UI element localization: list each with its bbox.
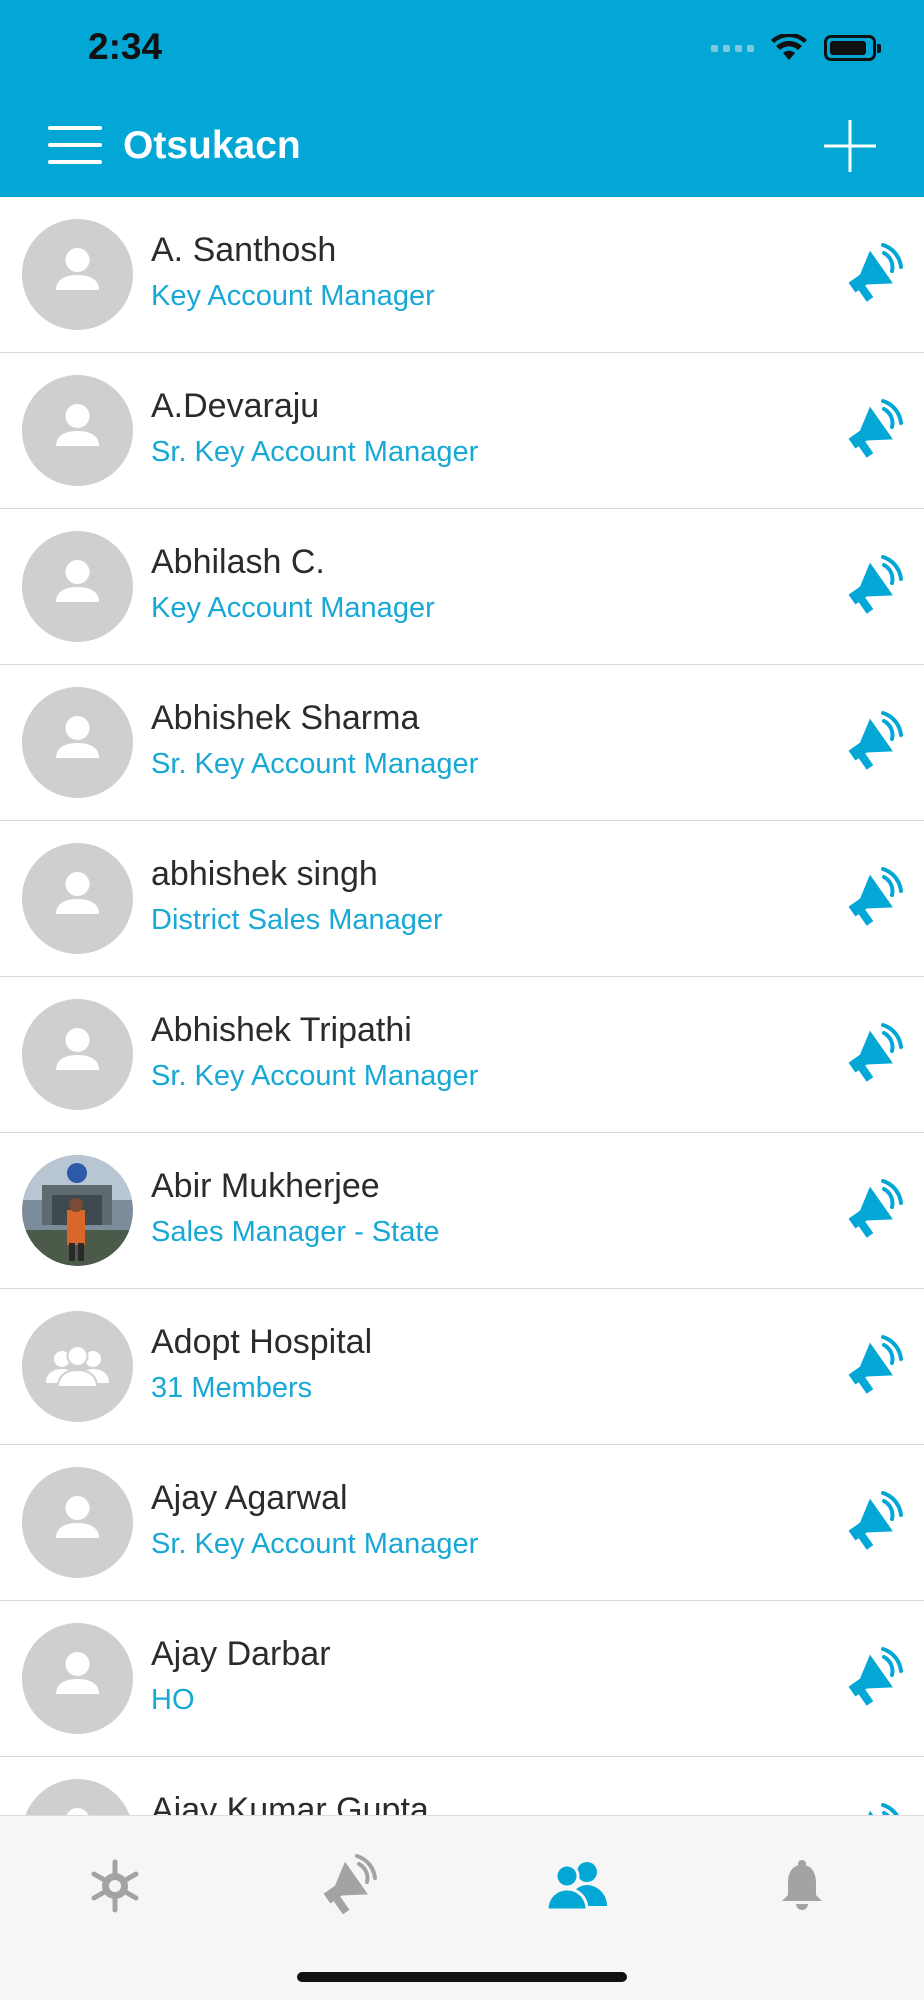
contact-row[interactable]: Ajay Darbar HO <box>0 1601 924 1757</box>
megaphone-icon <box>848 711 903 770</box>
broadcast-button[interactable] <box>840 553 904 617</box>
contact-role: HO <box>151 1684 195 1716</box>
contact-name: Adopt Hospital <box>151 1323 373 1361</box>
bell-icon <box>782 1860 822 1910</box>
broadcast-button[interactable] <box>840 1489 904 1553</box>
megaphone-icon <box>848 243 903 302</box>
contact-role: District Sales Manager <box>151 904 443 936</box>
contact-row[interactable]: abhishek singh District Sales Manager <box>0 821 924 977</box>
person-avatar-icon <box>22 1779 133 1815</box>
broadcast-button[interactable] <box>840 1177 904 1241</box>
home-indicator <box>297 1972 627 1982</box>
broadcast-icon <box>323 1854 377 1915</box>
broadcast-button[interactable] <box>840 865 904 929</box>
contact-name: Ajay Darbar <box>151 1635 331 1673</box>
broadcast-button[interactable] <box>840 397 904 461</box>
contact-row[interactable]: Ajay Kumar Gupta <box>0 1757 924 1815</box>
contact-name: A.Devaraju <box>151 387 320 425</box>
tab-notifications[interactable] <box>762 1846 842 1926</box>
status-time: 2:34 <box>88 26 163 67</box>
contact-row[interactable]: Abhishek Sharma Sr. Key Account Manager <box>0 665 924 821</box>
contact-row[interactable]: Abhishek Tripathi Sr. Key Account Manager <box>0 977 924 1133</box>
contact-role: Sr. Key Account Manager <box>151 436 479 468</box>
broadcast-button[interactable] <box>840 709 904 773</box>
plus-icon <box>824 120 876 172</box>
tab-broadcast[interactable] <box>305 1846 385 1926</box>
megaphone-icon <box>848 555 903 614</box>
app-header: 2:34 Otsukacn <box>0 0 924 197</box>
contact-row[interactable]: Abhilash C. Key Account Manager <box>0 509 924 665</box>
contact-role: Sales Manager - State <box>151 1216 440 1248</box>
contact-row[interactable]: Ajay Agarwal Sr. Key Account Manager <box>0 1445 924 1601</box>
contact-role: Key Account Manager <box>151 592 435 624</box>
megaphone-icon <box>848 1179 903 1238</box>
cellular-signal-icon <box>711 44 754 52</box>
person-avatar-icon <box>22 375 133 486</box>
person-avatar-icon <box>22 1623 133 1734</box>
wifi-icon <box>771 34 807 60</box>
person-avatar-icon <box>22 687 133 798</box>
contact-row[interactable]: A.Devaraju Sr. Key Account Manager <box>0 353 924 509</box>
menu-button[interactable] <box>48 126 102 166</box>
megaphone-icon <box>848 1803 899 1815</box>
avatar-photo <box>22 1155 133 1266</box>
contact-role: Key Account Manager <box>151 280 435 312</box>
contact-name: Abhishek Tripathi <box>151 1011 412 1049</box>
broadcast-button[interactable] <box>840 1801 904 1815</box>
status-icons <box>711 34 881 62</box>
megaphone-icon <box>848 1023 903 1082</box>
broadcast-button[interactable] <box>840 241 904 305</box>
tab-contacts[interactable] <box>538 1846 618 1926</box>
add-button[interactable] <box>822 118 878 174</box>
contact-name: Abir Mukherjee <box>151 1167 380 1205</box>
broadcast-button[interactable] <box>840 1645 904 1709</box>
contact-name: Ajay Agarwal <box>151 1479 348 1517</box>
megaphone-icon <box>848 1647 903 1706</box>
megaphone-icon <box>848 1335 903 1394</box>
person-avatar-icon <box>22 219 133 330</box>
contact-row[interactable]: Adopt Hospital 31 Members <box>0 1289 924 1445</box>
contact-name: Abhilash C. <box>151 543 325 581</box>
contact-role: Sr. Key Account Manager <box>151 1060 479 1092</box>
settings-wheel-icon <box>91 1859 139 1913</box>
contact-role: Sr. Key Account Manager <box>151 748 479 780</box>
tab-settings[interactable] <box>75 1846 155 1926</box>
person-avatar-icon <box>22 1467 133 1578</box>
person-avatar-icon <box>22 843 133 954</box>
megaphone-icon <box>848 1491 903 1550</box>
megaphone-icon <box>848 867 903 926</box>
broadcast-button[interactable] <box>840 1333 904 1397</box>
contact-row[interactable]: Abir Mukherjee Sales Manager - State <box>0 1133 924 1289</box>
contact-name: A. Santhosh <box>151 231 337 269</box>
contact-name: abhishek singh <box>151 855 378 893</box>
contact-row[interactable]: A. Santhosh Key Account Manager <box>0 197 924 353</box>
contact-role: Sr. Key Account Manager <box>151 1528 479 1560</box>
contact-role: 31 Members <box>151 1372 313 1404</box>
contact-list[interactable]: A. Santhosh Key Account Manager A.Devaraju… <box>0 197 924 1815</box>
person-avatar-icon <box>22 999 133 1110</box>
page-title: Otsukacn <box>123 124 301 167</box>
contact-name: Ajay Kumar Gupta <box>151 1791 429 1815</box>
megaphone-icon <box>848 399 903 458</box>
group-avatar-icon <box>22 1311 133 1422</box>
broadcast-button[interactable] <box>840 1021 904 1085</box>
battery-icon <box>824 35 881 61</box>
person-avatar-icon <box>22 531 133 642</box>
contact-name: Abhishek Sharma <box>151 699 420 737</box>
contacts-icon <box>545 1862 607 1912</box>
